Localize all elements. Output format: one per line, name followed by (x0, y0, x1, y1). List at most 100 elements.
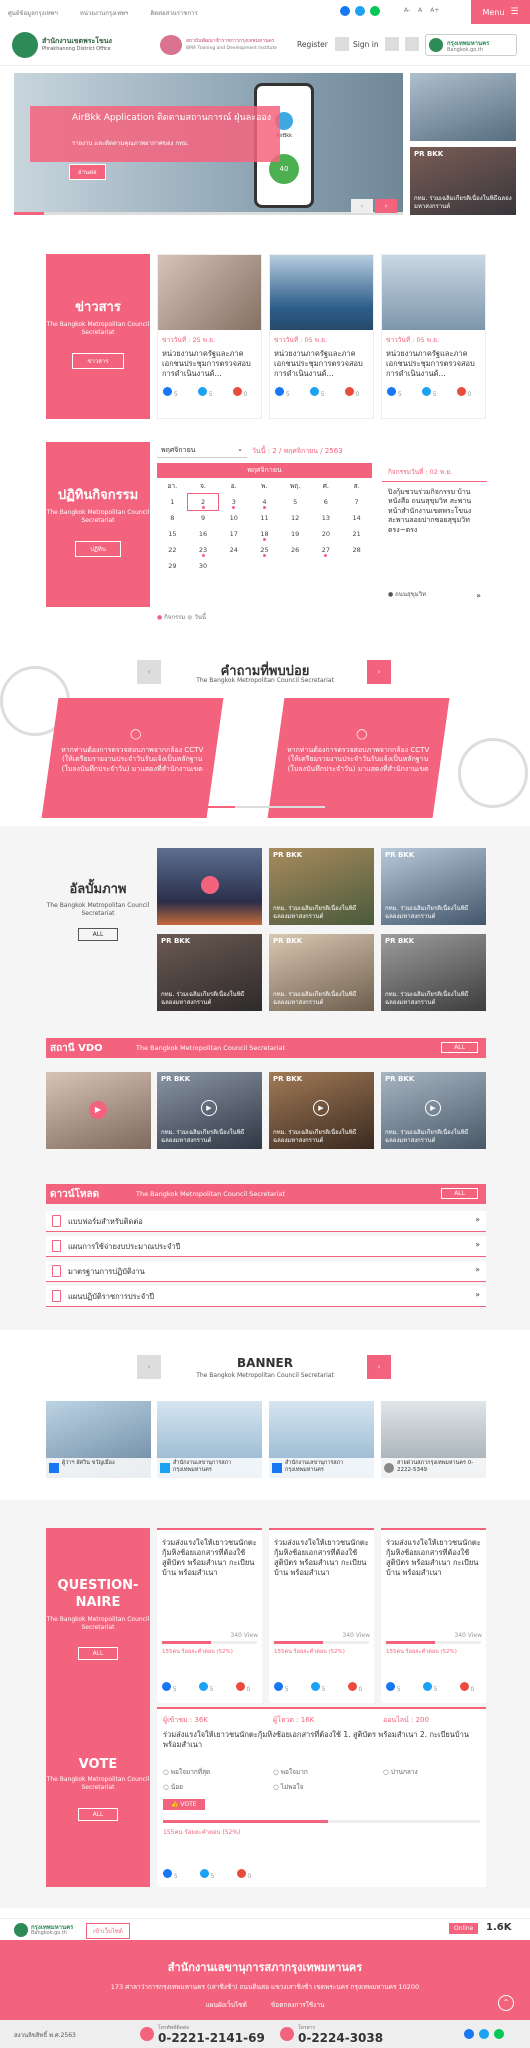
calendar-day[interactable]: 13 (311, 510, 342, 526)
album-photo[interactable]: PR BKK กทม. ร่วมเฉลิมเกียรติเนื่องในพิธี… (157, 934, 262, 1011)
calendar-day[interactable]: 14 (341, 510, 372, 526)
twitter-icon[interactable] (479, 2029, 489, 2039)
video-thumb[interactable]: PR BKK ▶ กทม. ร่วมเฉลิมเกียรติเนื่องในพิ… (157, 1072, 262, 1149)
calendar-day[interactable]: 9 (188, 510, 219, 526)
google-plus-icon[interactable] (456, 387, 466, 397)
user-icon[interactable] (335, 37, 349, 51)
sign-in-link[interactable]: Sign in (353, 40, 379, 49)
album-photo[interactable]: PR BKK กทม. ร่วมเฉลิมเกียรติเนื่องในพิธี… (381, 848, 486, 925)
facebook-icon[interactable] (163, 387, 172, 397)
footer-enter-site-button[interactable]: เข้าเว็บไซต์ (86, 1923, 130, 1939)
hero-slider[interactable]: AirBkk 40 AirBkk Application ติดตามสถานก… (14, 73, 403, 215)
google-plus-icon[interactable] (232, 387, 242, 397)
scroll-top-icon[interactable]: ⌃ (498, 1995, 514, 2011)
footer-terms-link[interactable]: ข้อตกลงการใช้งาน (271, 2000, 325, 2010)
calendar-day[interactable]: 16 (188, 526, 219, 542)
download-item[interactable]: แบบฟอร์มสำหรับติดต่อ » (46, 1211, 486, 1232)
questionnaire-card[interactable]: ร่วมส่งแรงใจให้เยาวชนนักตะกุ้มหิงช้อยเอก… (269, 1528, 374, 1703)
album-photo[interactable]: PR BKK กทม. ร่วมเฉลิมเกียรติเนื่องในพิธี… (269, 848, 374, 925)
facebook-icon[interactable] (274, 1682, 283, 1691)
video-thumb[interactable]: PR BKK ▶ กทม. ร่วมเฉลิมเกียรติเนื่องในพิ… (381, 1072, 486, 1149)
calendar-day[interactable]: 22 (157, 542, 188, 558)
download-item[interactable]: แผนปฏิบัติราชการประจำปี » (46, 1286, 486, 1307)
twitter-icon[interactable] (198, 1682, 208, 1691)
menu-button[interactable]: Menu ☰ (471, 0, 530, 24)
download-all-button[interactable]: ALL (441, 1188, 478, 1199)
vote-option[interactable]: ○ พอใจมาก (273, 1767, 308, 1777)
video-thumb[interactable]: ▶ (46, 1072, 151, 1149)
top-link-contact[interactable]: ติดต่อส่วนราชการ (150, 8, 197, 18)
calendar-day[interactable]: 23 (188, 542, 219, 558)
calendar-day[interactable]: 17 (218, 526, 249, 542)
hero-next-button[interactable]: › (375, 199, 397, 213)
faq-prev-button[interactable]: ‹ (137, 660, 161, 684)
bkk-link[interactable]: กรุงเทพมหานคร Bangkok.go.th (425, 34, 517, 56)
calendar-day[interactable]: 20 (311, 526, 342, 542)
line-icon[interactable] (370, 6, 380, 16)
news-card[interactable]: ข่าววันที่ : 25 พ.ย. หน่วยงานภาครัฐและภา… (157, 254, 262, 419)
questionnaire-card[interactable]: ร่วมส่งแรงใจให้เยาวชนนักตะกุ้มหิงช้อยเอก… (381, 1528, 486, 1703)
calendar-day[interactable]: 12 (280, 510, 311, 526)
font-increase-button[interactable]: A+ (430, 7, 439, 14)
twitter-icon[interactable] (197, 387, 207, 397)
hero-side-thumb-2[interactable]: PR BKK กทม. ร่วมเฉลิมเกียรติเนื่องในพิธี… (410, 147, 516, 215)
banner-item[interactable]: สำนักงานเลขานุการสภากรุงเทพมหานคร (157, 1401, 262, 1478)
calendar-day[interactable]: 19 (280, 526, 311, 542)
hero-read-more-button[interactable]: อ่านต่อ (69, 164, 106, 180)
facebook-icon[interactable] (163, 1869, 172, 1878)
calendar-day[interactable]: 24 (218, 542, 249, 558)
sitemap-icon[interactable] (405, 37, 419, 51)
register-link[interactable]: Register (297, 40, 328, 49)
facebook-icon[interactable] (387, 387, 396, 397)
banner-item[interactable]: สายด่วนสภากรุงเทพมหานคร 0-2222-5349 (381, 1401, 486, 1478)
news-card[interactable]: ข่าววันที่ : 05 พ.ย. หน่วยงานภาครัฐและภา… (269, 254, 374, 419)
calendar-day[interactable]: 27 (311, 542, 342, 558)
month-select[interactable]: พฤศจิกายน ⌄ (157, 442, 247, 458)
vote-option[interactable]: ○ น้อย (163, 1782, 183, 1792)
top-link-info[interactable]: ศูนย์ข้อมูลกรุงเทพฯ (8, 8, 58, 18)
event-detail[interactable]: กิจกรรมวันที่ : 02 พ.ย. ปิงกุ้มชวนร่วมกิ… (382, 463, 487, 605)
calendar-day[interactable]: 6 (311, 494, 342, 510)
calendar-day[interactable]: 8 (157, 510, 188, 526)
twitter-icon[interactable] (355, 6, 365, 16)
download-item[interactable]: แผนการใช้จ่ายงบประมาณประจำปี » (46, 1236, 486, 1257)
vote-option[interactable]: ○ ปานกลาง (383, 1767, 418, 1777)
calendar-day-today[interactable]: 2 (186, 493, 220, 511)
calendar-day[interactable]: 11 (249, 510, 280, 526)
faq-next-button[interactable]: › (367, 660, 391, 684)
double-chevron-right-icon[interactable]: » (476, 591, 481, 600)
line-icon[interactable] (494, 2029, 504, 2039)
font-normal-button[interactable]: A (418, 7, 422, 14)
vote-option[interactable]: ○ พอใจมากที่สุด (163, 1767, 210, 1777)
facebook-icon[interactable] (162, 1682, 171, 1691)
calendar-day[interactable]: 7 (341, 494, 372, 510)
search-icon[interactable] (385, 37, 399, 51)
calendar-day[interactable]: 26 (280, 542, 311, 558)
footer-sitemap-link[interactable]: แผนผังเว็บไซต์ (206, 2000, 247, 2010)
calendar-day[interactable]: 21 (341, 526, 372, 542)
district-logo[interactable] (12, 32, 38, 58)
faq-item[interactable]: ◯ หากท่านต้องการตรวจสอบภาพจากกล้อง CCTV … (267, 698, 450, 818)
vote-option[interactable]: ○ ไม่พอใจ (273, 1782, 303, 1792)
video-thumb[interactable]: PR BKK ▶ กทม. ร่วมเฉลิมเกียรติเนื่องในพิ… (269, 1072, 374, 1149)
twitter-icon[interactable] (199, 1869, 209, 1878)
facebook-icon[interactable] (386, 1682, 395, 1691)
faq-item[interactable]: ◯ หากท่านต้องการตรวจสอบภาพจากกล้อง CCTV … (41, 698, 224, 818)
calendar-day[interactable]: 1 (157, 494, 188, 510)
album-photo[interactable]: PR BKK กทม. ร่วมเฉลิมเกียรติเนื่องในพิธี… (381, 934, 486, 1011)
hero-side-thumb-1[interactable] (410, 73, 516, 141)
calendar-day[interactable]: 29 (157, 558, 188, 574)
google-plus-icon[interactable] (347, 1682, 357, 1691)
vote-all-button[interactable]: ALL (77, 1807, 119, 1821)
banner-item[interactable]: ผู้ว่าฯ อัศวิน ขวัญเมือง (46, 1401, 151, 1478)
google-plus-icon[interactable] (459, 1682, 469, 1691)
calendar-day[interactable]: 4 (249, 494, 280, 510)
twitter-icon[interactable] (309, 387, 319, 397)
fax-number[interactable]: 0-2224-3038 (298, 2031, 383, 2045)
news-card[interactable]: ข่าววันที่ : 05 พ.ย. หน่วยงานภาครัฐและภา… (381, 254, 486, 419)
tel-number[interactable]: 0-2221-2141-69 (158, 2031, 265, 2045)
twitter-icon[interactable] (421, 387, 431, 397)
calendar-button[interactable]: ปฏิทิน (75, 540, 121, 557)
google-plus-icon[interactable] (235, 1682, 245, 1691)
album-all-button[interactable]: ALL (77, 927, 119, 941)
